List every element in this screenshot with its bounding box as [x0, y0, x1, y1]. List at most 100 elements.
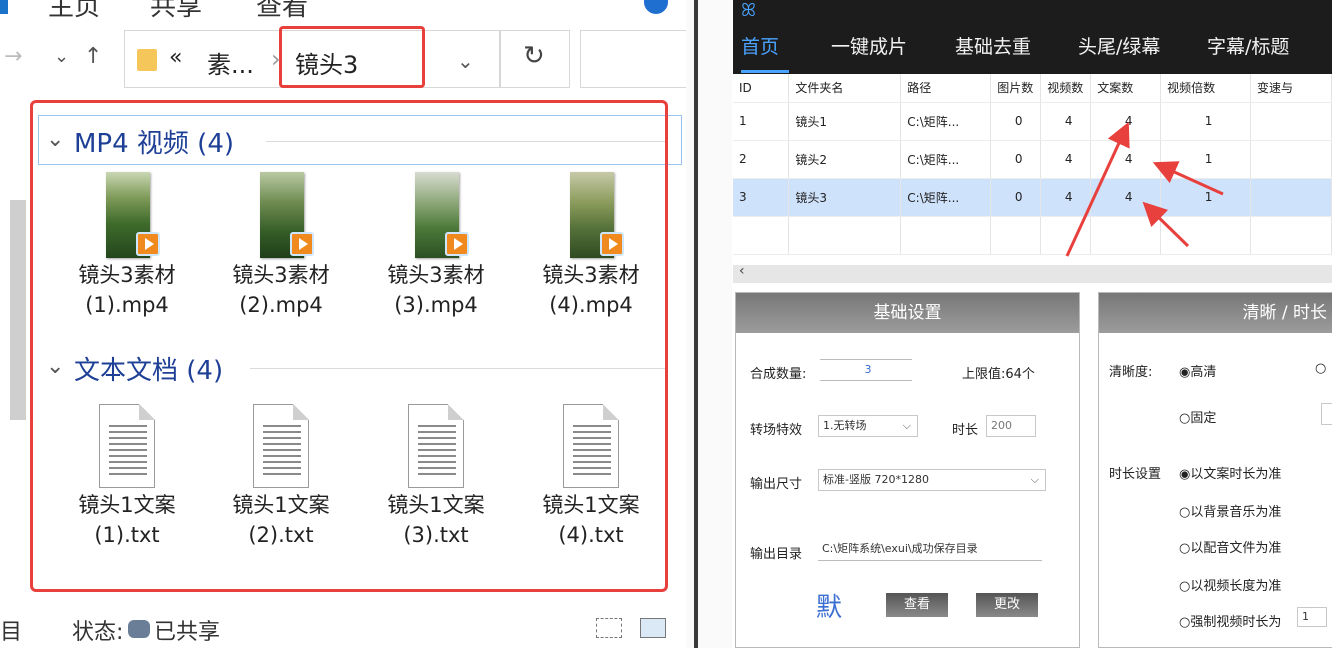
cell-images: 0	[990, 102, 1042, 141]
ribbon-tab-share[interactable]: 共享	[150, 0, 202, 23]
cell-multiplier: 1	[1160, 102, 1252, 141]
address-dropdown-icon[interactable]: ⌄	[457, 49, 474, 73]
tab-subtitles[interactable]: 字幕/标题	[1207, 32, 1289, 59]
cell-speed	[1250, 178, 1332, 217]
tab-head-tail[interactable]: 头尾/绿幕	[1078, 32, 1160, 59]
cell-id: 1	[733, 102, 790, 141]
compose-count-label: 合成数量:	[750, 367, 807, 382]
col-header[interactable]: 视频数	[1040, 74, 1092, 103]
col-header[interactable]: 变速与	[1250, 74, 1332, 103]
recent-locations-icon[interactable]: ⌄	[54, 46, 69, 67]
cell-folder: 镜头1	[788, 102, 902, 141]
cell-path: C:\矩阵...	[900, 140, 992, 179]
col-header[interactable]: 路径	[900, 74, 992, 103]
app-top-bar: ꕤ 首页 一键成片 基础去重 头尾/绿幕 字幕/标题	[733, 0, 1332, 74]
up-icon[interactable]: ↑	[84, 44, 102, 69]
cell-folder: 镜头3	[788, 178, 902, 217]
status-bar: 目 状态: 已共享	[0, 608, 686, 648]
table-horizontal-scrollbar[interactable]: ‹	[733, 263, 1332, 283]
output-dir-label: 输出目录	[750, 547, 803, 562]
breadcrumb-parent[interactable]: 素...	[207, 45, 254, 80]
col-header[interactable]: 视频倍数	[1160, 74, 1252, 103]
cell-id: 3	[733, 178, 790, 217]
tab-one-click[interactable]: 一键成片	[831, 32, 907, 59]
transition-select[interactable]: 1.无转场 ⌵	[818, 415, 918, 437]
shared-status-text: 已共享	[154, 620, 221, 645]
table-row[interactable]: 2 镜头2 C:\矩阵... 0 4 4 1	[733, 140, 1332, 179]
cell-images: 0	[990, 178, 1042, 217]
refresh-icon: ↻	[523, 41, 545, 71]
app-logo-icon: ꕤ	[741, 0, 756, 21]
cell-images: 0	[990, 140, 1042, 179]
col-header[interactable]: 图片数	[990, 74, 1042, 103]
tab-dedup[interactable]: 基础去重	[955, 32, 1031, 59]
ribbon-tab-home[interactable]: 主页	[48, 0, 100, 23]
radio-other-clarity[interactable]: ○	[1315, 361, 1326, 376]
explorer-ribbon-strip: 主页 共享 查看	[0, 0, 686, 22]
radio-text-duration[interactable]: ◉以文案时长为准	[1179, 463, 1281, 482]
output-size-label: 输出尺寸	[750, 477, 803, 492]
cell-videos: 4	[1040, 140, 1092, 179]
folder-table: ID 文件夹名 路径 图片数 视频数 文案数 视频倍数 变速与 1 镜头1 C:…	[733, 74, 1332, 264]
view-button[interactable]: 查看	[886, 593, 948, 617]
radio-voice-duration[interactable]: ○以配音文件为准	[1179, 537, 1281, 556]
compose-count-input[interactable]: 3	[820, 359, 912, 381]
item-count-label: 目	[0, 620, 23, 645]
folder-icon	[137, 49, 157, 71]
cell-speed	[1250, 102, 1332, 141]
radio-hd[interactable]: ◉高清	[1179, 361, 1216, 380]
transition-label: 转场特效	[750, 423, 803, 438]
chevron-down-icon: ⌵	[902, 419, 911, 432]
duration-label: 时长	[952, 423, 979, 438]
cell-videos: 4	[1040, 102, 1092, 141]
col-header[interactable]: ID	[733, 74, 790, 103]
radio-video-duration[interactable]: ○以视频长度为准	[1179, 575, 1281, 594]
table-row-selected[interactable]: 3 镜头3 C:\矩阵... 0 4 4 1	[733, 178, 1332, 217]
limit-label: 上限值:64个	[962, 367, 1035, 382]
cell-speed	[1250, 140, 1332, 179]
col-header[interactable]: 文件夹名	[788, 74, 902, 103]
help-icon[interactable]	[644, 0, 668, 14]
refresh-button[interactable]: ↻	[500, 30, 570, 88]
cell-path: C:\矩阵...	[900, 178, 992, 217]
cell-multiplier: 1	[1160, 178, 1252, 217]
duration-input[interactable]: 200	[986, 415, 1036, 437]
table-header-row: ID 文件夹名 路径 图片数 视频数 文案数 视频倍数 变速与	[733, 74, 1332, 103]
radio-force-duration[interactable]: ○强制视频时长为	[1179, 611, 1281, 630]
clarity-label: 清晰度:	[1109, 365, 1153, 380]
status-label: 状态:	[72, 620, 124, 645]
table-row-empty	[733, 216, 1332, 255]
tab-home[interactable]: 首页	[741, 32, 779, 59]
large-icons-view-icon[interactable]	[640, 618, 666, 638]
radio-bgm-duration[interactable]: ○以背景音乐为准	[1179, 501, 1281, 520]
cell-videos: 4	[1040, 178, 1092, 217]
force-duration-input[interactable]: 1	[1297, 607, 1327, 627]
nav-pane-scrollbar[interactable]	[10, 200, 26, 420]
content-highlight-box	[30, 100, 668, 592]
fixed-value-input[interactable]	[1321, 403, 1332, 425]
matrix-app-window: ꕤ 首页 一键成片 基础去重 头尾/绿幕 字幕/标题 ID 文件夹名 路径 图片…	[733, 0, 1332, 648]
ribbon-file-tab[interactable]	[0, 0, 8, 14]
current-folder-highlight-box	[279, 26, 425, 88]
basic-settings-panel: 基础设置 合成数量: 3 上限值:64个 转场特效 1.无转场 ⌵ 时长 200 …	[735, 292, 1080, 648]
radio-fixed[interactable]: ○固定	[1179, 407, 1216, 426]
clarity-duration-panel: 清晰 / 时长 清晰度: ◉高清 ○ ○固定 时长设置 ◉以文案时长为准 ○以背…	[1098, 292, 1332, 648]
output-dir-input[interactable]: C:\矩阵系统\exui\成功保存目录	[818, 539, 1042, 561]
cell-path: C:\矩阵...	[900, 102, 992, 141]
active-tab-indicator	[741, 70, 789, 73]
table-row[interactable]: 1 镜头1 C:\矩阵... 0 4 4 1	[733, 102, 1332, 141]
cell-multiplier: 1	[1160, 140, 1252, 179]
col-header[interactable]: 文案数	[1090, 74, 1162, 103]
cell-texts: 4	[1090, 102, 1162, 141]
change-button[interactable]: 更改	[976, 593, 1038, 617]
cell-texts: 4	[1090, 178, 1162, 217]
panel-title: 清晰 / 时长	[1099, 293, 1332, 333]
forward-icon[interactable]: →	[4, 44, 22, 69]
scroll-left-icon[interactable]: ‹	[739, 263, 745, 279]
breadcrumb-overflow[interactable]: «	[169, 45, 182, 70]
details-view-icon[interactable]	[596, 618, 622, 638]
ribbon-tab-view[interactable]: 查看	[256, 0, 308, 23]
chevron-down-icon: ⌵	[1030, 473, 1039, 486]
search-input[interactable]	[580, 30, 686, 88]
output-size-select[interactable]: 标准-竖版 720*1280 ⌵	[818, 469, 1046, 491]
